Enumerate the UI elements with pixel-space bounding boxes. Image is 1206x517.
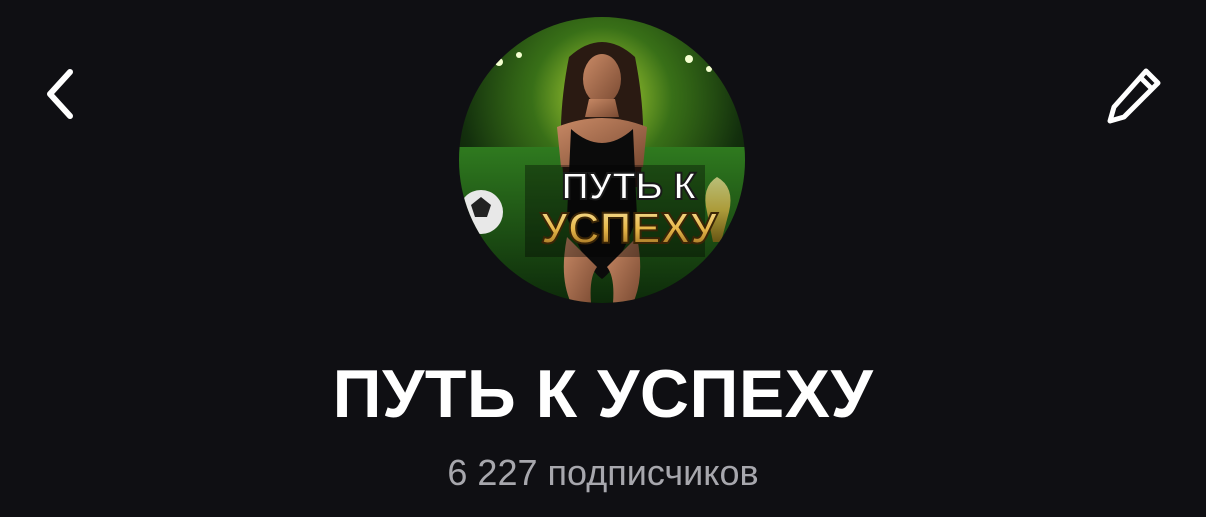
pencil-icon — [1107, 68, 1161, 124]
channel-avatar[interactable]: ПУТЬ К УСПЕХУ — [459, 17, 745, 303]
channel-title: ПУТЬ К УСПЕХУ — [332, 356, 874, 432]
chevron-left-icon — [47, 69, 73, 119]
edit-button[interactable] — [1094, 58, 1174, 132]
channel-profile-screen: ПУТЬ К УСПЕХУ ПУТЬ К УСПЕХУ 6 227 подпис… — [0, 0, 1206, 517]
avatar-title-line2: УСПЕХУ — [541, 204, 718, 253]
subscriber-count: 6 227 подписчиков — [447, 452, 759, 493]
avatar-title-line1: ПУТЬ К — [561, 166, 697, 208]
back-button[interactable] — [30, 58, 90, 130]
